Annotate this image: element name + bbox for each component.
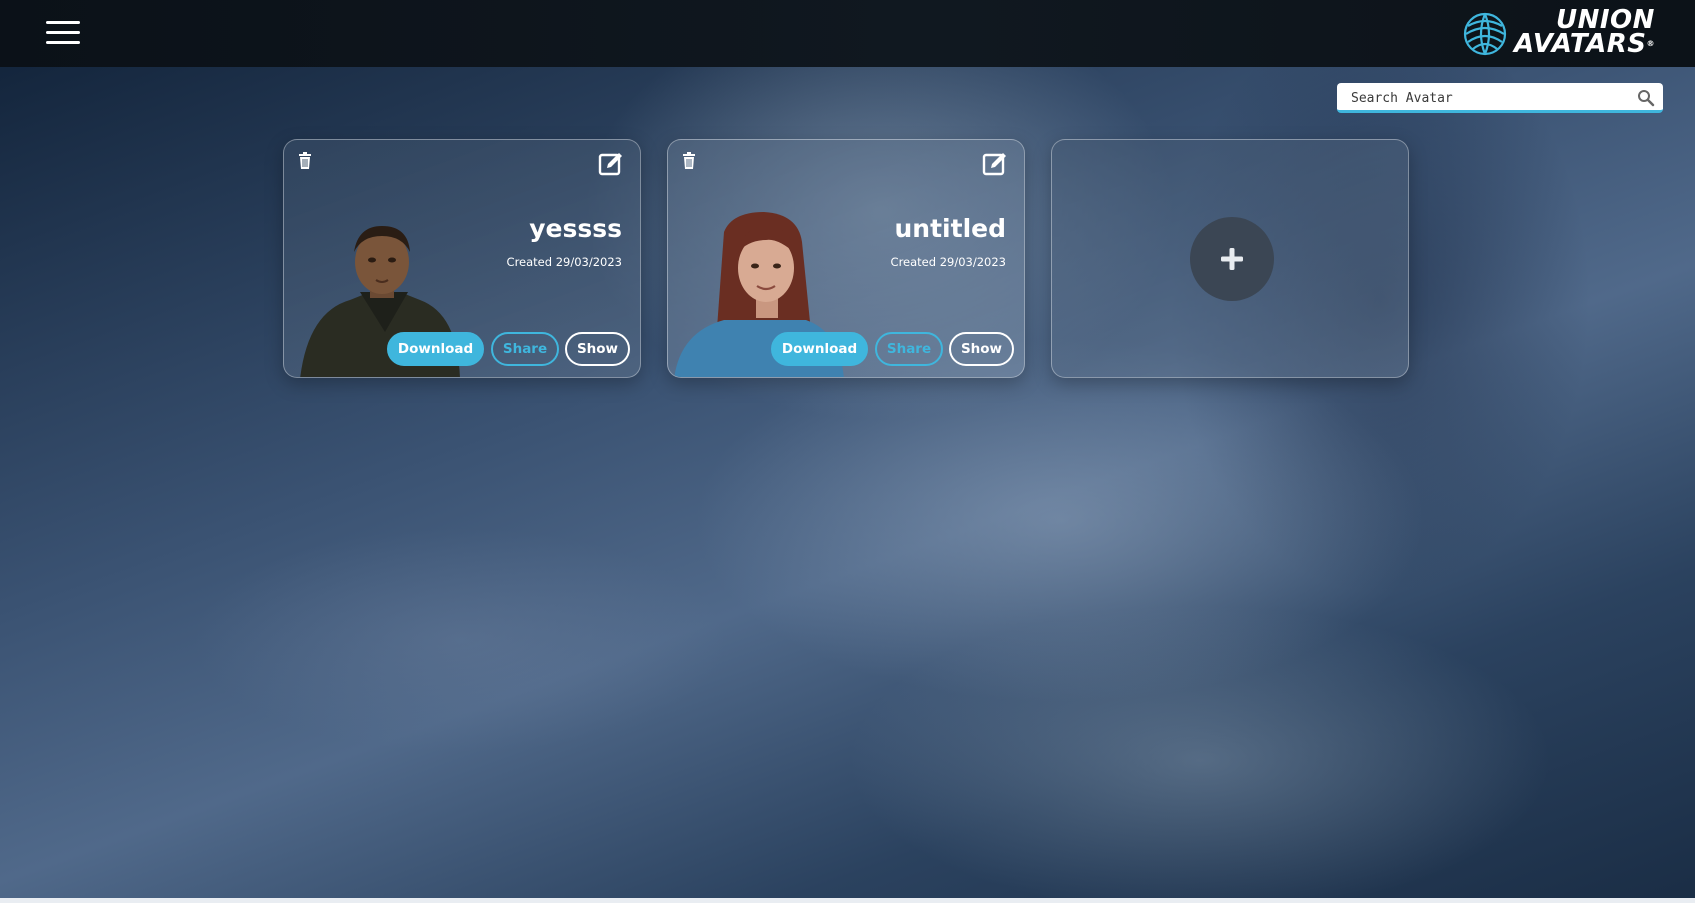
show-button[interactable]: Show — [949, 332, 1014, 366]
edit-icon[interactable] — [598, 151, 624, 177]
avatar-card[interactable]: yessss Created 29/03/2023 Download Share… — [283, 139, 641, 378]
download-button[interactable]: Download — [387, 332, 484, 366]
bottom-edge — [0, 898, 1695, 903]
search-box — [1337, 83, 1663, 113]
avatar-created-date: Created 29/03/2023 — [890, 255, 1006, 269]
trash-icon[interactable] — [298, 152, 312, 170]
union-avatars-logo[interactable]: UNION AVATARS® — [1462, 7, 1662, 59]
search-input[interactable] — [1349, 87, 1623, 109]
top-bar: UNION AVATARS® — [0, 0, 1695, 67]
show-button[interactable]: Show — [565, 332, 630, 366]
logo-line-avatars-text: AVATARS — [1514, 29, 1647, 59]
logo-line-avatars: AVATARS® — [1514, 29, 1655, 59]
logo-mark-icon — [1463, 12, 1507, 56]
hamburger-menu-icon[interactable] — [46, 20, 80, 46]
avatar-name: untitled — [894, 214, 1007, 243]
logo-wordmark: UNION AVATARS® — [1514, 7, 1655, 59]
avatar-name: yessss — [529, 214, 622, 243]
add-avatar-button[interactable] — [1190, 217, 1274, 301]
search-icon[interactable] — [1637, 89, 1655, 107]
plus-icon — [1221, 248, 1243, 270]
edit-icon[interactable] — [982, 151, 1008, 177]
registered-mark: ® — [1646, 39, 1655, 48]
avatar-created-date: Created 29/03/2023 — [506, 255, 622, 269]
download-button[interactable]: Download — [771, 332, 868, 366]
share-button[interactable]: Share — [875, 332, 943, 366]
avatar-card[interactable]: untitled Created 29/03/2023 Download Sha… — [667, 139, 1025, 378]
add-avatar-card[interactable] — [1051, 139, 1409, 378]
share-button[interactable]: Share — [491, 332, 559, 366]
trash-icon[interactable] — [682, 152, 696, 170]
